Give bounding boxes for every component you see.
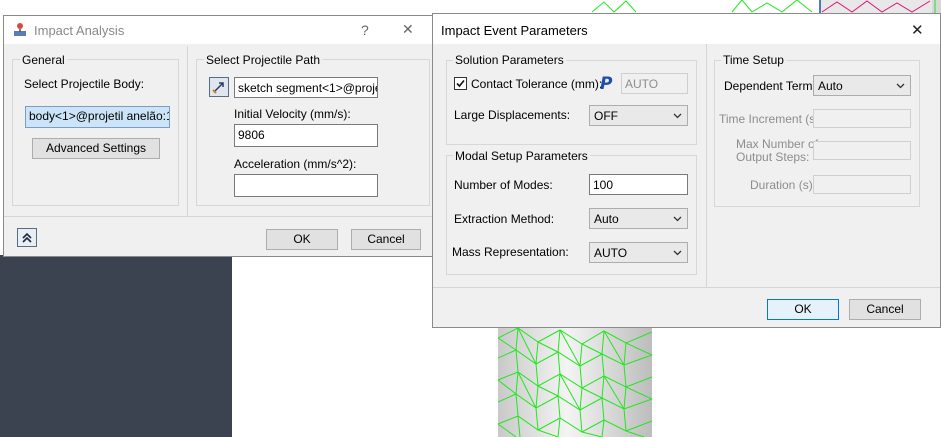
- extraction-method-select[interactable]: Auto: [589, 208, 688, 229]
- help-button[interactable]: ?: [361, 22, 369, 38]
- general-group-label: General: [20, 53, 67, 67]
- impact-analysis-titlebar[interactable]: Impact Analysis ? ✕: [4, 16, 432, 44]
- mass-representation-value: AUTO: [594, 246, 628, 260]
- impact-event-parameters-dialog: Impact Event Parameters ✕ Solution Param…: [432, 13, 941, 328]
- extraction-method-value: Auto: [594, 212, 619, 226]
- app-icon: [14, 23, 26, 36]
- event-ok-button[interactable]: OK: [767, 299, 839, 320]
- path-select-icon: [212, 82, 224, 94]
- footer-divider: [433, 287, 940, 288]
- initial-velocity-label: Initial Velocity (mm/s):: [234, 107, 351, 121]
- collapse-button[interactable]: [17, 228, 37, 247]
- chevron-down-icon: [673, 113, 682, 119]
- max-output-label-line1: Max Number of: [736, 137, 819, 151]
- path-select-button[interactable]: [209, 77, 229, 97]
- duration-input[interactable]: [813, 175, 911, 194]
- checkmark-icon: [456, 79, 465, 88]
- time-increment-input[interactable]: [813, 109, 911, 128]
- advanced-settings-button[interactable]: Advanced Settings: [32, 138, 160, 159]
- dependent-term-label: Dependent Term:: [724, 79, 816, 93]
- impact-ok-button[interactable]: OK: [266, 229, 338, 250]
- solution-parameters-label: Solution Parameters: [453, 53, 566, 67]
- number-of-modes-label: Number of Modes:: [454, 178, 553, 192]
- initial-velocity-input[interactable]: 9806: [234, 124, 378, 147]
- dark-background-panel: [0, 255, 232, 437]
- close-button[interactable]: ✕: [402, 21, 414, 38]
- extraction-method-label: Extraction Method:: [454, 212, 555, 226]
- projectile-path-group-label: Select Projectile Path: [204, 53, 323, 67]
- section-divider: [187, 46, 188, 216]
- projectile-path-field[interactable]: sketch segment<1>@projeti: [234, 77, 378, 98]
- impact-event-close-button[interactable]: ✕: [911, 21, 924, 39]
- large-displacements-value: OFF: [594, 109, 618, 123]
- impact-event-title: Impact Event Parameters: [441, 23, 588, 38]
- svg-text:P: P: [600, 74, 613, 93]
- dependent-term-value: Auto: [818, 79, 843, 93]
- projectile-body-field[interactable]: body<1>@projetil anelão:1: [25, 106, 170, 128]
- chevron-down-icon: [673, 216, 682, 222]
- impact-analysis-dialog: Impact Analysis ? ✕ General Select Proje…: [3, 15, 433, 257]
- mesh-edge-top: [592, 0, 932, 13]
- contact-tolerance-input[interactable]: AUTO: [621, 73, 688, 94]
- projectile-body-label: Select Projectile Body:: [24, 77, 145, 91]
- footer-divider: [4, 216, 432, 217]
- contact-tolerance-label: Contact Tolerance (mm):: [471, 77, 603, 91]
- mass-representation-select[interactable]: AUTO: [589, 242, 688, 263]
- number-of-modes-input[interactable]: 100: [589, 174, 688, 195]
- acceleration-input[interactable]: [234, 174, 378, 197]
- event-cancel-button[interactable]: Cancel: [849, 299, 921, 320]
- large-displacements-label: Large Displacements:: [454, 108, 571, 122]
- duration-label: Duration (s):: [750, 178, 817, 192]
- contact-tolerance-checkbox[interactable]: [454, 77, 467, 90]
- double-chevron-up-icon: [22, 232, 32, 243]
- impact-cancel-button[interactable]: Cancel: [351, 229, 421, 250]
- mass-representation-label: Mass Representation:: [452, 245, 569, 259]
- modal-setup-label: Modal Setup Parameters: [453, 149, 590, 163]
- impact-analysis-title: Impact Analysis: [34, 23, 125, 38]
- impact-event-titlebar[interactable]: Impact Event Parameters ✕: [433, 14, 940, 44]
- chevron-down-icon: [673, 250, 682, 256]
- acceleration-label: Acceleration (mm/s^2):: [234, 157, 357, 171]
- max-output-label-line2: Output Steps:: [736, 150, 810, 164]
- dependent-term-select[interactable]: Auto: [813, 75, 911, 96]
- section-divider: [706, 44, 707, 287]
- meshed-cylinder: [498, 328, 652, 437]
- chevron-down-icon: [896, 83, 905, 89]
- large-displacements-select[interactable]: OFF: [589, 105, 688, 126]
- parameter-p-icon[interactable]: P: [598, 73, 616, 93]
- time-increment-label: Time Increment (s):: [719, 112, 823, 126]
- time-setup-label: Time Setup: [721, 53, 786, 67]
- max-output-steps-input[interactable]: [813, 141, 911, 160]
